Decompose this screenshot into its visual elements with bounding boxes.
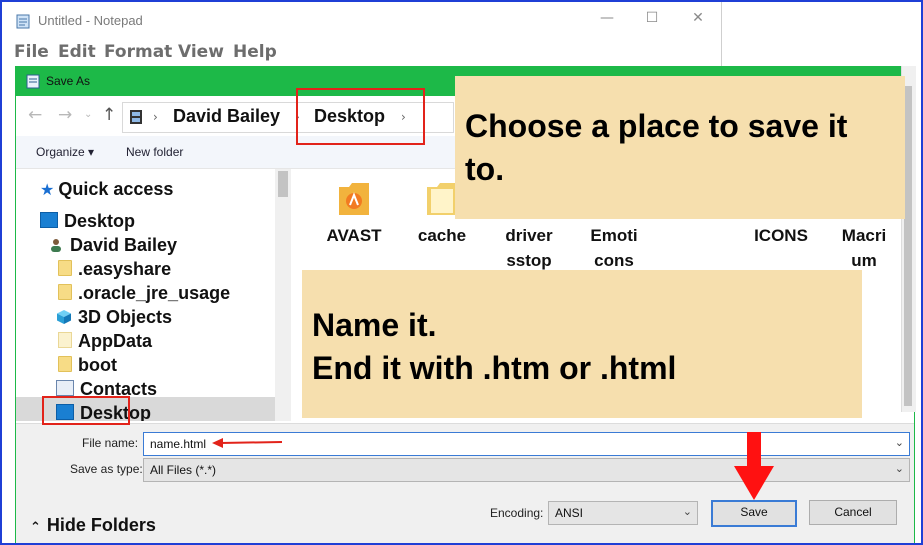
nav-label: .oracle_jre_usage [78, 283, 231, 303]
minimize-button[interactable]: — [584, 10, 630, 26]
callout-name-it: Name it. End it with .htm or .html [302, 270, 862, 418]
file-item-avast[interactable]: AVAST [315, 179, 393, 248]
nav-quick-access[interactable]: ★ Quick access [40, 179, 173, 203]
menu-format[interactable]: Format [104, 42, 172, 62]
arrow-to-save-icon [734, 432, 774, 500]
scrollbar-thumb[interactable] [278, 171, 288, 197]
encoding-label: Encoding: [490, 506, 544, 520]
menu-edit[interactable]: Edit [58, 42, 96, 62]
highlight-desktop-breadcrumb [296, 88, 425, 145]
notepad-title: Untitled - Notepad [38, 13, 143, 28]
file-label: Emoti [590, 226, 638, 245]
folder-icon [339, 183, 369, 215]
file-name-label: File name: [82, 436, 139, 450]
back-icon[interactable]: ← [28, 105, 42, 125]
recent-locations-chevron-icon[interactable]: ⌄ [84, 109, 92, 120]
nav-boot[interactable]: boot [58, 355, 117, 379]
save-as-type-select[interactable]: All Files (*.*) ⌄ [143, 458, 910, 482]
file-name-value: name.html [150, 437, 207, 451]
location-icon [130, 110, 142, 124]
notepad-window-edge [721, 2, 722, 68]
nav-label: 3D Objects [78, 307, 173, 327]
highlight-desktop-nav [42, 396, 130, 425]
hide-folders-button[interactable]: ⌃ Hide Folders [30, 515, 156, 536]
desktop-icon [40, 212, 58, 228]
folder-icon [58, 260, 72, 276]
dialog-title: Save As [46, 74, 91, 88]
folder-icon [427, 183, 457, 215]
maximize-button[interactable]: ☐ [629, 10, 675, 26]
chevron-down-icon[interactable]: ⌄ [683, 505, 692, 518]
hide-folders-label: Hide Folders [46, 515, 156, 535]
contacts-icon [56, 380, 74, 396]
notepad-menubar: File Edit Format View Help [2, 38, 722, 66]
chevron-up-icon: ⌃ [30, 520, 41, 535]
breadcrumb-david-bailey[interactable]: David Bailey [173, 106, 280, 127]
menu-view[interactable]: View [178, 42, 224, 62]
nav-label: David Bailey [70, 235, 178, 255]
up-icon[interactable]: ↑ [102, 105, 116, 125]
encoding-select[interactable]: ANSI ⌄ [548, 501, 698, 525]
forward-icon[interactable]: → [58, 105, 72, 125]
nav-label: boot [78, 355, 117, 375]
folder-icon [58, 284, 72, 300]
close-button[interactable]: ✕ [675, 10, 721, 26]
user-icon [50, 236, 62, 252]
organize-button[interactable]: Organize ▾ [36, 145, 94, 159]
encoding-value: ANSI [555, 506, 584, 520]
navigation-pane: ★ Quick access Desktop David Bailey .easy… [16, 169, 290, 421]
folder-icon [58, 332, 72, 348]
new-folder-button[interactable]: New folder [126, 145, 183, 159]
notepad-icon [26, 74, 40, 89]
notepad-titlebar: Untitled - Notepad — ☐ ✕ [2, 2, 722, 38]
breadcrumb-separator: › [153, 110, 158, 124]
file-label: sstop [506, 251, 552, 270]
callout-line: Name it. [312, 307, 437, 343]
screenshot-frame: Untitled - Notepad — ☐ ✕ File Edit Forma… [0, 0, 923, 545]
navigation-scrollbar[interactable] [275, 169, 291, 421]
file-label: AVAST [326, 226, 382, 245]
star-icon: ★ [40, 180, 55, 199]
file-label: cons [594, 251, 634, 270]
nav-label: Desktop [64, 211, 136, 231]
nav-3d-objects[interactable]: 3D Objects [56, 307, 172, 331]
nav-desktop-root[interactable]: Desktop [40, 211, 135, 235]
chevron-down-icon[interactable]: ⌄ [895, 436, 904, 449]
notepad-icon [16, 14, 30, 29]
file-label: Macri [841, 226, 887, 245]
menu-help[interactable]: Help [233, 42, 277, 62]
file-label: um [851, 251, 877, 270]
nav-label: AppData [78, 331, 153, 351]
file-label: driver [505, 226, 553, 245]
cancel-button[interactable]: Cancel [809, 500, 897, 525]
folder-icon [58, 356, 72, 372]
background-scrollbar-thumb[interactable] [904, 86, 912, 406]
nav-oracle-jre-usage[interactable]: .oracle_jre_usage [58, 283, 230, 307]
callout-choose-place: Choose a place to save it to. [455, 76, 905, 219]
menu-file[interactable]: File [14, 42, 49, 62]
nav-easyshare[interactable]: .easyshare [58, 259, 171, 283]
arrow-to-filename-icon [212, 438, 283, 448]
nav-label: .easyshare [78, 259, 172, 279]
file-label: cache [417, 226, 467, 245]
nav-label: Quick access [58, 179, 174, 199]
file-label: ICONS [754, 226, 808, 245]
nav-appdata[interactable]: AppData [58, 331, 152, 355]
chevron-down-icon[interactable]: ⌄ [895, 462, 904, 475]
save-as-type-value: All Files (*.*) [150, 463, 217, 477]
save-button[interactable]: Save [711, 500, 797, 527]
save-as-type-label: Save as type: [70, 462, 143, 476]
cube-icon [56, 309, 72, 325]
callout-line: End it with .htm or .html [312, 350, 677, 386]
nav-david-bailey[interactable]: David Bailey [50, 235, 177, 259]
